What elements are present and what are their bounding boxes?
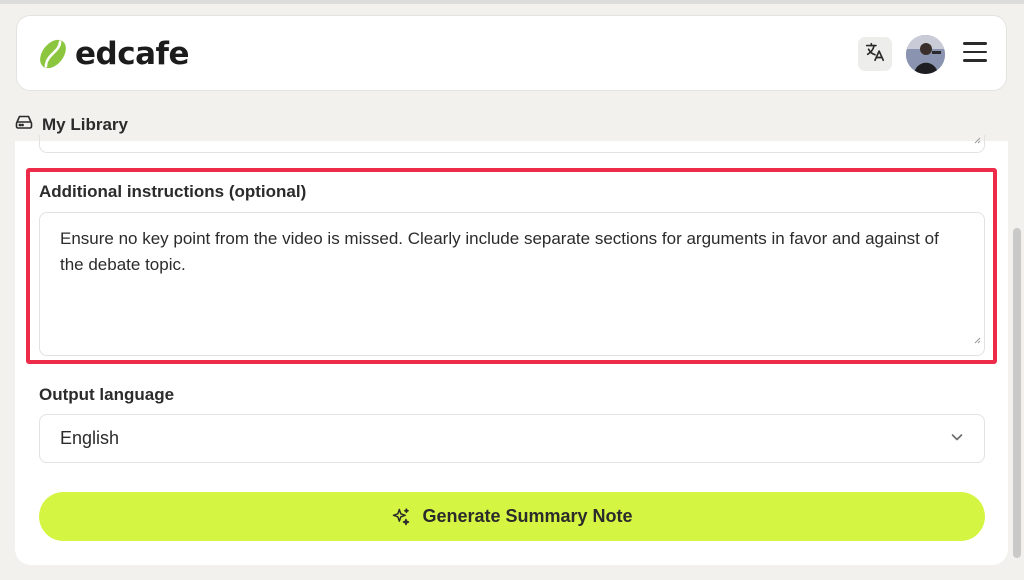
logo[interactable]: edcafe [37, 36, 190, 72]
leaf-logo-icon [37, 37, 69, 71]
previous-field[interactable] [39, 135, 985, 153]
resize-handle-icon[interactable] [974, 326, 981, 352]
form-card: Additional instructions (optional) Ensur… [15, 135, 1008, 565]
output-language-label: Output language [39, 385, 175, 404]
scrollbar[interactable] [1013, 228, 1021, 558]
my-library-link[interactable]: My Library [15, 114, 128, 135]
resize-handle-icon[interactable] [974, 131, 981, 149]
instructions-textarea[interactable]: Ensure no key point from the video is mi… [39, 212, 985, 356]
generate-label: Generate Summary Note [422, 506, 633, 526]
header: edcafe [16, 15, 1007, 91]
instructions-label: Additional instructions (optional) [39, 182, 307, 201]
top-strip [0, 0, 1024, 4]
generate-summary-button[interactable]: Generate Summary Note [39, 492, 985, 541]
sparkle-icon [391, 507, 411, 527]
library-label: My Library [42, 114, 128, 134]
translate-button[interactable] [858, 37, 892, 71]
output-language-select[interactable]: English [39, 414, 985, 463]
hamburger-menu-icon[interactable] [963, 42, 987, 64]
translate-icon [864, 41, 886, 68]
chevron-down-icon [950, 428, 964, 449]
avatar[interactable] [906, 35, 945, 74]
page: edcafe My Library Additional instruction… [0, 0, 1024, 580]
instructions-text: Ensure no key point from the video is mi… [60, 229, 939, 274]
drive-icon [15, 114, 33, 135]
logo-text: edcafe [75, 36, 190, 72]
output-language-value: English [60, 428, 120, 448]
